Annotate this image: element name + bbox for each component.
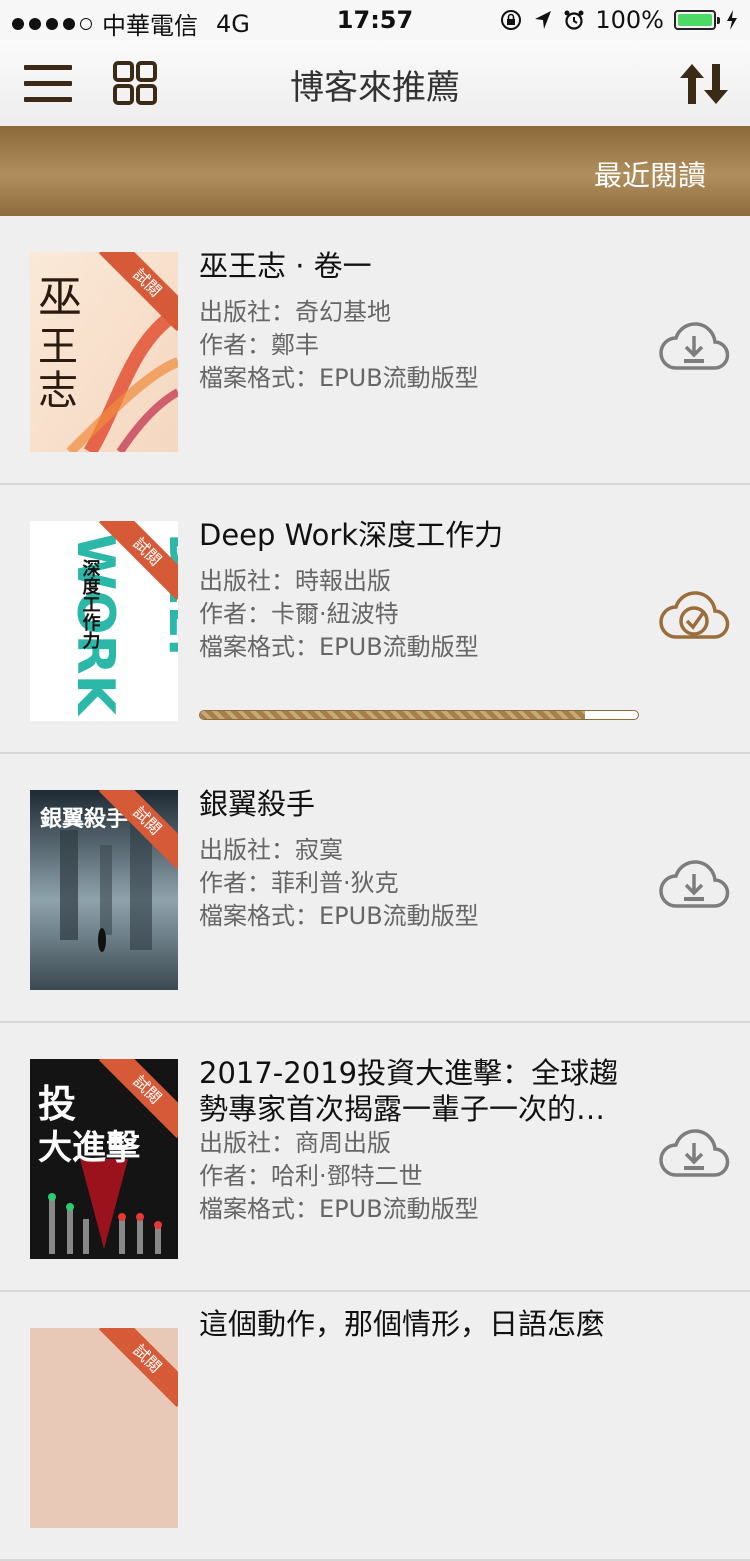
book-title: 巫王志 · 卷一 <box>199 249 372 283</box>
cloud-download-icon <box>659 1129 730 1177</box>
cover-title-char-2: 王 <box>38 324 78 370</box>
cover-title-char-1: 巫 <box>38 272 82 323</box>
recent-banner: 最近閱讀 <box>0 126 750 216</box>
book-info: Deep Work深度工作力 出版社：時報出版 作者：卡爾·紐波特 檔案格式：E… <box>199 517 639 664</box>
list-item[interactable]: 巫 王 志 試閱 巫王志 · 卷一 出版社：奇幻基地 作者：鄭丰 檔案格式：EP… <box>0 216 750 485</box>
book-author: 作者：哈利·鄧特二世 <box>199 1162 423 1190</box>
book-title: Deep Work深度工作力 <box>199 518 504 552</box>
book-author: 作者：鄭丰 <box>199 331 319 359</box>
list-item[interactable]: 投 大進擊 試閱 2017-2019投資大進擊：全球趨勢專家首次揭露一輩子一次的… <box>0 1023 750 1292</box>
status-bar: 中華電信 4G 17:57 100% <box>0 0 750 40</box>
page-title: 博客來推薦 <box>290 68 460 108</box>
book-info: 這個動作，那個情形，日語怎麼 <box>199 1306 639 1354</box>
sort-arrows-icon <box>680 64 728 104</box>
cloud-check-icon <box>659 591 730 639</box>
book-format: 檔案格式：EPUB流動版型 <box>199 902 479 930</box>
alarm-icon <box>564 10 584 30</box>
cover-char-1: 投 <box>38 1081 76 1126</box>
location-arrow-icon <box>535 11 552 29</box>
cover-chars-2: 大進擊 <box>38 1128 141 1168</box>
battery-percent: 100% <box>595 6 664 34</box>
download-button[interactable] <box>658 1123 730 1183</box>
cover-title: 深度工作力 <box>80 558 101 650</box>
book-publisher: 出版社：寂寞 <box>199 836 343 864</box>
download-button[interactable] <box>658 854 730 914</box>
book-list: 巫 王 志 試閱 巫王志 · 卷一 出版社：奇幻基地 作者：鄭丰 檔案格式：EP… <box>0 216 750 1561</box>
list-item[interactable]: WORK DEEP 深度工作力 試閱 Deep Work深度工作力 出版社：時報… <box>0 485 750 754</box>
book-title: 2017-2019投資大進擊：全球趨勢專家首次揭露一輩子一次的… <box>199 1056 619 1126</box>
book-author: 作者：卡爾·紐波特 <box>199 600 399 628</box>
reading-progress-fill <box>200 711 586 719</box>
book-cover[interactable]: 巫 王 志 試閱 <box>30 252 178 452</box>
book-cover[interactable]: 銀翼殺手 試閱 <box>30 790 178 990</box>
book-cover[interactable]: 試閱 <box>30 1328 178 1528</box>
downloaded-status[interactable] <box>658 585 730 645</box>
preview-ribbon: 試閱 <box>98 1328 178 1408</box>
cover-title-char-3: 志 <box>38 368 78 414</box>
book-info: 2017-2019投資大進擊：全球趨勢專家首次揭露一輩子一次的… 出版社：商周出… <box>199 1055 639 1226</box>
battery-icon <box>674 10 720 30</box>
book-title: 這個動作，那個情形，日語怎麼 <box>199 1307 606 1341</box>
download-button[interactable] <box>658 316 730 376</box>
book-format: 檔案格式：EPUB流動版型 <box>199 1195 479 1223</box>
cloud-download-icon <box>659 860 730 908</box>
status-right: 100% <box>499 6 738 34</box>
sort-button[interactable] <box>678 60 730 108</box>
book-format: 檔案格式：EPUB流動版型 <box>199 364 479 392</box>
list-item[interactable]: 銀翼殺手 試閱 銀翼殺手 出版社：寂寞 作者：菲利普·狄克 檔案格式：EPUB流… <box>0 754 750 1023</box>
orientation-lock-icon <box>501 10 522 30</box>
book-author: 作者：菲利普·狄克 <box>199 869 399 897</box>
book-info: 銀翼殺手 出版社：寂寞 作者：菲利普·狄克 檔案格式：EPUB流動版型 <box>199 786 639 933</box>
reading-progress-bar <box>199 710 639 720</box>
book-publisher: 出版社：奇幻基地 <box>199 298 391 326</box>
recent-reading-button[interactable]: 最近閱讀 <box>594 154 706 194</box>
cloud-download-icon <box>659 322 730 370</box>
book-info: 巫王志 · 卷一 出版社：奇幻基地 作者：鄭丰 檔案格式：EPUB流動版型 <box>199 248 639 395</box>
navigation-bar: 博客來推薦 <box>0 40 750 126</box>
cover-title: 銀翼殺手 <box>40 806 128 832</box>
charging-bolt-icon <box>727 10 737 30</box>
book-title: 銀翼殺手 <box>199 787 316 821</box>
book-cover[interactable]: 投 大進擊 試閱 <box>30 1059 178 1259</box>
book-cover[interactable]: WORK DEEP 深度工作力 試閱 <box>30 521 178 721</box>
book-publisher: 出版社：時報出版 <box>199 567 391 595</box>
book-format: 檔案格式：EPUB流動版型 <box>199 633 479 661</box>
list-item[interactable]: 試閱 這個動作，那個情形，日語怎麼 <box>0 1292 750 1561</box>
book-publisher: 出版社：商周出版 <box>199 1129 391 1157</box>
